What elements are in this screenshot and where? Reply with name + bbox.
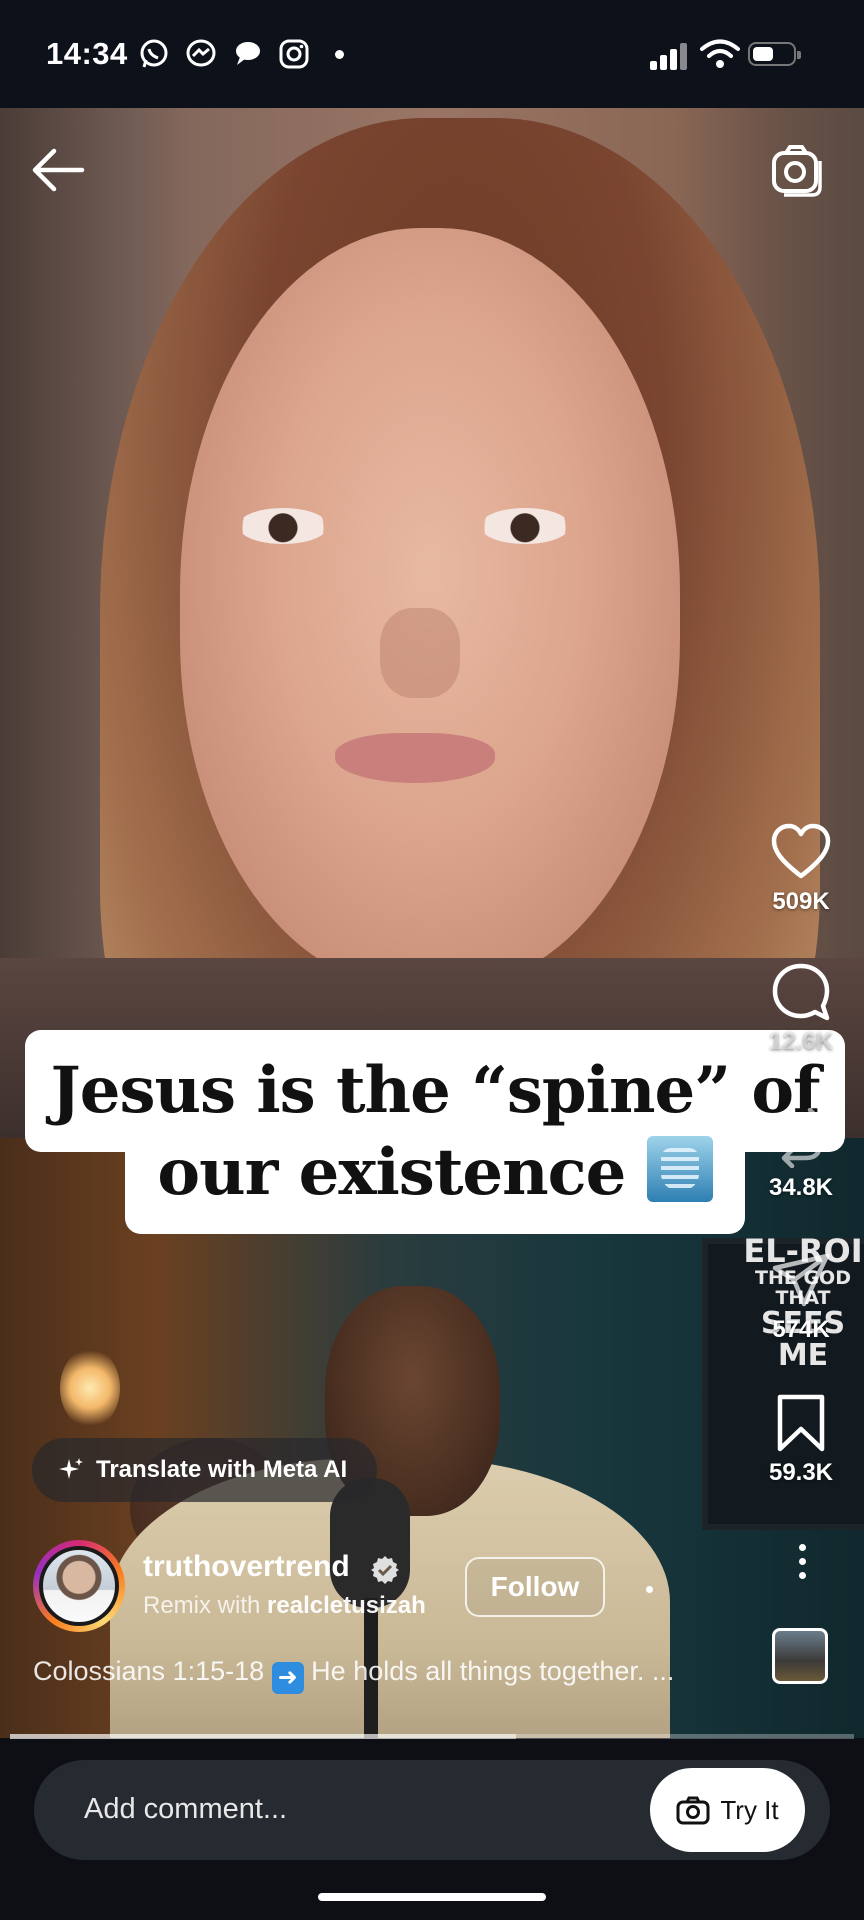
bookmark-icon <box>777 1394 825 1452</box>
status-time: 14:34 <box>46 36 128 71</box>
caption-text: He holds all things together. ... <box>311 1656 675 1686</box>
more-notifications-dot <box>335 50 344 59</box>
comment-placeholder[interactable]: Add comment... <box>84 1793 287 1826</box>
remix-icon <box>779 1108 823 1168</box>
translate-label: Translate with Meta AI <box>96 1456 348 1483</box>
try-it-label: Try It <box>720 1794 779 1825</box>
chat-bubble-icon <box>236 42 260 65</box>
caption-reference: Colossians 1:15-18 <box>33 1656 265 1686</box>
send-icon <box>772 1253 830 1307</box>
video-caption-overlay: Jesus is the “spine” of our existence <box>25 1050 845 1214</box>
like-button[interactable]: 509K <box>756 822 846 916</box>
avatar[interactable] <box>39 1546 119 1626</box>
caption-line-2-text: our existence <box>157 1135 626 1210</box>
sparkle-icon <box>59 1458 83 1479</box>
heart-icon <box>771 823 831 879</box>
remix-attribution[interactable]: Remix with realcletusizah <box>143 1592 426 1620</box>
post-caption[interactable]: Colossians 1:15-18 ➜ He holds all things… <box>33 1656 743 1694</box>
video-subject-eye <box>480 508 570 544</box>
messenger-icon <box>186 39 216 67</box>
back-arrow-icon[interactable] <box>30 145 86 195</box>
camera-icon[interactable] <box>770 143 824 197</box>
right-arrow-emoji-icon: ➜ <box>271 1662 304 1694</box>
more-options-icon[interactable] <box>796 1544 808 1584</box>
translate-button[interactable]: Translate with Meta AI <box>32 1438 377 1502</box>
indicator-dot <box>646 1586 653 1593</box>
share-button[interactable]: 574K <box>756 1250 846 1344</box>
video-subject-nose <box>380 608 460 698</box>
home-indicator[interactable] <box>318 1893 546 1901</box>
caption-line-2: our existence <box>25 1132 845 1214</box>
remix-count: 34.8K <box>768 1174 834 1201</box>
like-count: 509K <box>772 888 830 915</box>
comment-icon <box>772 963 830 1021</box>
camera-icon <box>676 1796 710 1825</box>
signal-icon <box>650 42 690 70</box>
instagram-icon <box>279 39 309 69</box>
wifi-icon <box>700 39 740 68</box>
share-count: 574K <box>772 1316 830 1343</box>
remix-user[interactable]: realcletusizah <box>267 1592 426 1619</box>
verified-badge-icon <box>371 1556 399 1584</box>
remix-prefix: Remix with <box>143 1592 261 1619</box>
battery-icon <box>748 42 801 66</box>
video-progress-fill <box>10 1734 517 1739</box>
try-it-button[interactable]: Try It <box>650 1768 805 1852</box>
original-audio-thumbnail[interactable] <box>772 1628 828 1684</box>
author-username[interactable]: truthovertrend <box>143 1550 350 1584</box>
video-subject-mouth <box>335 733 495 783</box>
caption-line-1: Jesus is the “spine” of <box>50 1053 820 1128</box>
xray-emoji-icon <box>646 1136 713 1202</box>
follow-button[interactable]: Follow <box>465 1557 605 1617</box>
whatsapp-icon <box>140 39 168 68</box>
video-progress-bar[interactable] <box>10 1734 854 1739</box>
status-bar: 14:34 <box>0 0 864 108</box>
save-button[interactable]: 59.3K <box>756 1393 846 1487</box>
video-frame-top[interactable] <box>0 108 864 1138</box>
video-subject-eye <box>238 508 328 544</box>
comment-button[interactable]: 12.6K <box>756 962 846 1056</box>
comment-count: 12.6K <box>768 1028 834 1055</box>
remix-button[interactable]: 34.8K <box>756 1108 846 1202</box>
save-count: 59.3K <box>768 1459 834 1486</box>
background-lamp <box>60 1348 120 1428</box>
